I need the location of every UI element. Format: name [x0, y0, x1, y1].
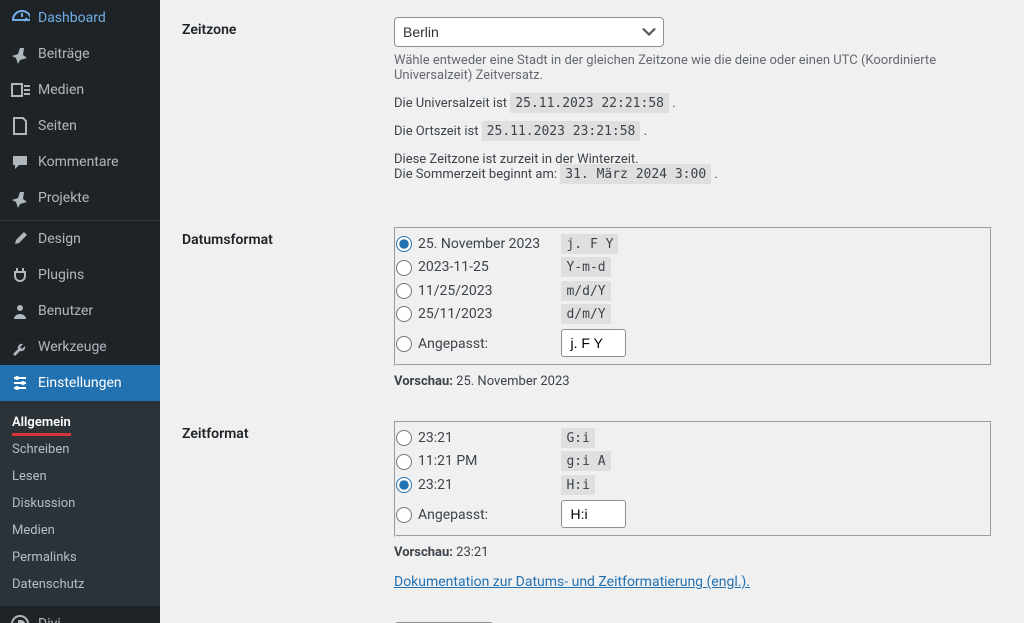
format-code: Y-m-d — [561, 257, 610, 277]
settings-content: Zeitzone Berlin Wähle entweder eine Stad… — [160, 0, 1024, 623]
settings-submenu: AllgemeinSchreibenLesenDiskussionMedienP… — [0, 401, 160, 606]
format-custom-input[interactable] — [561, 500, 626, 528]
plug-icon — [10, 265, 30, 285]
menu-item-divi[interactable]: Divi — [0, 606, 160, 623]
menu-label: Benutzer — [38, 303, 93, 319]
menu-label: Kommentare — [38, 154, 119, 170]
dateformat-label: Datumsformat — [182, 212, 382, 404]
format-option[interactable]: 25. November 2023 j. F Y — [396, 236, 990, 252]
menu-label: Werkzeuge — [38, 339, 107, 355]
format-custom-option[interactable]: Angepasst: — [396, 329, 990, 357]
submenu-item-diskussion[interactable]: Diskussion — [0, 490, 160, 517]
dst-info: Diese Zeitzone ist zurzeit in der Winter… — [394, 152, 992, 182]
format-code: j. F Y — [561, 234, 618, 254]
menu-label: Divi — [38, 616, 61, 623]
submenu-item-lesen[interactable]: Lesen — [0, 463, 160, 490]
submenu-item-medien[interactable]: Medien — [0, 517, 160, 544]
menu-item-werkzeuge[interactable]: Werkzeuge — [0, 329, 160, 365]
menu-label: Seiten — [38, 118, 77, 134]
format-radio[interactable] — [396, 430, 412, 446]
format-radio[interactable] — [396, 236, 412, 252]
menu-label: Dashboard — [38, 10, 106, 26]
menu-item-dashboard[interactable]: Dashboard — [0, 0, 160, 36]
comment-icon — [10, 152, 30, 172]
timeformat-label: Zeitformat — [182, 406, 382, 605]
local-time-code: 25.11.2023 23:21:58 — [482, 121, 641, 141]
format-custom-option[interactable]: Angepasst: — [396, 500, 990, 528]
format-custom-label: Angepasst: — [418, 507, 558, 523]
timeformat-preview: Vorschau: 23:21 — [394, 545, 992, 560]
format-radio[interactable] — [396, 260, 412, 276]
menu-label: Medien — [38, 82, 84, 98]
media-icon — [10, 80, 30, 100]
format-option[interactable]: 11:21 PM g:i A — [396, 453, 990, 469]
format-radio[interactable] — [396, 306, 412, 322]
menu-item-seiten[interactable]: Seiten — [0, 108, 160, 144]
format-custom-input[interactable] — [561, 329, 626, 357]
format-option[interactable]: 23:21 G:i — [396, 430, 990, 446]
menu-label: Beiträge — [38, 46, 90, 62]
format-example: 23:21 — [418, 430, 558, 446]
menu-item-kommentare[interactable]: Kommentare — [0, 144, 160, 180]
utc-time-info: Die Universalzeit ist 25.11.2023 22:21:5… — [394, 96, 992, 111]
user-icon — [10, 301, 30, 321]
format-code: H:i — [561, 475, 594, 495]
menu-label: Plugins — [38, 267, 84, 283]
submenu-item-allgemein[interactable]: Allgemein — [12, 409, 71, 436]
timezone-label: Zeitzone — [182, 2, 382, 210]
menu-item-einstellungen[interactable]: Einstellungen — [0, 365, 160, 401]
format-radio[interactable] — [396, 477, 412, 493]
format-example: 23:21 — [418, 477, 558, 493]
format-example: 11/25/2023 — [418, 283, 558, 299]
utc-time-code: 25.11.2023 22:21:58 — [510, 93, 669, 113]
menu-item-plugins[interactable]: Plugins — [0, 257, 160, 293]
summer-time-code: 31. März 2024 3:00 — [560, 164, 711, 184]
submenu-item-datenschutz[interactable]: Datenschutz — [0, 571, 160, 598]
timezone-select[interactable]: Berlin — [394, 17, 664, 47]
format-example: 11:21 PM — [418, 453, 558, 469]
brush-icon — [10, 229, 30, 249]
format-radio[interactable] — [396, 283, 412, 299]
format-code: G:i — [561, 428, 594, 448]
menu-item-benutzer[interactable]: Benutzer — [0, 293, 160, 329]
format-option[interactable]: 23:21 H:i — [396, 477, 990, 493]
dashboard-icon — [10, 8, 30, 28]
weekstart-label: Die Woche beginnt am — [182, 607, 382, 623]
local-time-info: Die Ortszeit ist 25.11.2023 23:21:58 . — [394, 124, 992, 139]
format-custom-radio[interactable] — [396, 507, 412, 523]
settings-icon — [10, 373, 30, 393]
submenu-item-schreiben[interactable]: Schreiben — [0, 436, 160, 463]
format-option[interactable]: 11/25/2023 m/d/Y — [396, 283, 990, 299]
menu-label: Einstellungen — [38, 375, 122, 391]
admin-sidebar: Dashboard Beiträge Medien Seiten Kommentare P… — [0, 0, 160, 623]
timeformat-options: 23:21 G:i11:21 PM g:i A23:21 H:iAngepass… — [394, 421, 992, 537]
format-code: m/d/Y — [561, 281, 610, 301]
format-example: 25. November 2023 — [418, 236, 558, 252]
format-radio[interactable] — [396, 454, 412, 470]
menu-item-design[interactable]: Design — [0, 221, 160, 257]
menu-item-medien[interactable]: Medien — [0, 72, 160, 108]
format-custom-label: Angepasst: — [418, 336, 558, 352]
format-custom-radio[interactable] — [396, 336, 412, 352]
datetime-doc-link[interactable]: Dokumentation zur Datums- und Zeitformat… — [394, 574, 750, 590]
dateformat-preview: Vorschau: 25. November 2023 — [394, 374, 992, 389]
pin-icon — [10, 188, 30, 208]
format-code: d/m/Y — [561, 304, 610, 324]
page-icon — [10, 116, 30, 136]
pin-icon — [10, 44, 30, 64]
menu-item-beiträge[interactable]: Beiträge — [0, 36, 160, 72]
timezone-description: Wähle entweder eine Stadt in der gleiche… — [394, 53, 992, 83]
format-example: 25/11/2023 — [418, 306, 558, 322]
format-example: 2023-11-25 — [418, 259, 558, 275]
format-code: g:i A — [561, 451, 610, 471]
menu-item-projekte[interactable]: Projekte — [0, 180, 160, 216]
format-option[interactable]: 25/11/2023 d/m/Y — [396, 306, 990, 322]
menu-label: Projekte — [38, 190, 89, 206]
menu-label: Design — [38, 231, 81, 247]
format-option[interactable]: 2023-11-25 Y-m-d — [396, 259, 990, 275]
divi-icon — [10, 614, 30, 623]
submenu-item-permalinks[interactable]: Permalinks — [0, 544, 160, 571]
tools-icon — [10, 337, 30, 357]
dateformat-options: 25. November 2023 j. F Y2023-11-25 Y-m-d… — [394, 227, 992, 366]
